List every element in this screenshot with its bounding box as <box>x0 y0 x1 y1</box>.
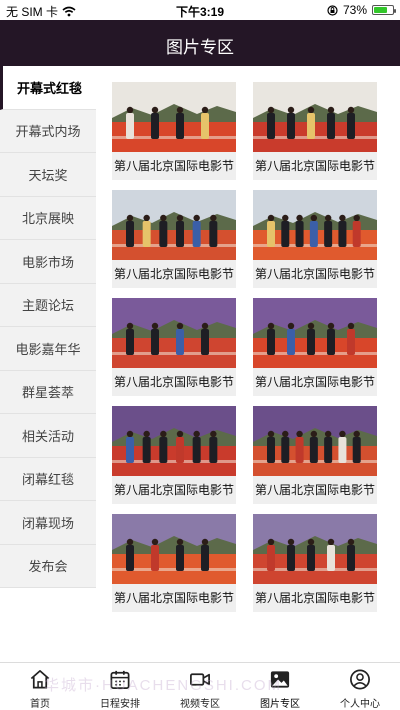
sidebar-item-closing-red-carpet[interactable]: 闭幕红毯 <box>0 458 96 501</box>
photo-card[interactable]: 第八届北京国际电影节 <box>253 82 377 180</box>
red-carpet-photo <box>112 298 236 368</box>
photo-caption: 第八届北京国际电影节 <box>255 159 376 173</box>
tab-home[interactable]: 首页 <box>0 663 80 710</box>
photo-card[interactable]: 第八届北京国际电影节 <box>112 190 236 288</box>
photo-caption: 第八届北京国际电影节 <box>255 483 376 497</box>
tab-schedule-label: 日程安排 <box>100 699 140 710</box>
photo-card[interactable]: 第八届北京国际电影节 <box>253 406 377 504</box>
photo-caption: 第八届北京国际电影节 <box>114 267 235 281</box>
sidebar-item-film-market[interactable]: 电影市场 <box>0 240 96 284</box>
nav-bar: 图片专区 <box>0 20 400 66</box>
photo-caption: 第八届北京国际电影节 <box>114 591 235 605</box>
battery-icon <box>372 5 396 15</box>
red-carpet-photo <box>112 406 236 476</box>
photo-card[interactable]: 第八届北京国际电影节 <box>112 514 236 612</box>
user-icon <box>350 669 370 690</box>
red-carpet-photo <box>112 190 236 260</box>
tab-home-label: 首页 <box>30 699 50 710</box>
photo-caption: 第八届北京国际电影节 <box>114 483 235 497</box>
tab-video-label: 视频专区 <box>180 699 220 710</box>
photo-card[interactable]: 第八届北京国际电影节 <box>112 82 236 180</box>
photo-card[interactable]: 第八届北京国际电影节 <box>253 298 377 396</box>
home-icon <box>30 670 50 689</box>
red-carpet-photo <box>253 82 377 152</box>
photo-card[interactable]: 第八届北京国际电影节 <box>112 298 236 396</box>
red-carpet-photo <box>253 298 377 368</box>
sidebar-item-press-conference[interactable]: 发布会 <box>0 545 96 588</box>
sidebar-item-carnival[interactable]: 电影嘉年华 <box>0 327 96 371</box>
sidebar-item-tiantan-award[interactable]: 天坛奖 <box>0 153 96 197</box>
red-carpet-photo <box>112 514 236 584</box>
photo-caption: 第八届北京国际电影节 <box>255 267 376 281</box>
tab-schedule[interactable]: 日程安排 <box>80 663 160 710</box>
photo-caption: 第八届北京国际电影节 <box>255 375 376 389</box>
sidebar-item-forum[interactable]: 主题论坛 <box>0 284 96 327</box>
status-bar: 无 SIM 卡 下午3:19 73% <box>0 0 400 20</box>
video-icon <box>190 673 210 686</box>
photo-caption: 第八届北京国际电影节 <box>114 375 235 389</box>
tab-bar: 首页 日程安排 视频专区 图片专区 个人中心 <box>0 662 400 710</box>
sidebar-item-related-events[interactable]: 相关活动 <box>0 414 96 458</box>
tab-video[interactable]: 视频专区 <box>160 663 240 710</box>
calendar-icon <box>110 670 130 689</box>
photo-caption: 第八届北京国际电影节 <box>255 591 376 605</box>
photo-card[interactable]: 第八届北京国际电影节 <box>253 514 377 612</box>
photo-gallery: 第八届北京国际电影节 第八届北京国际电影节 第八届北京国际电影节 第八届北京国际电影节… <box>96 66 400 662</box>
category-sidebar: 开幕式红毯 开幕式内场 天坛奖 北京展映 电影市场 主题论坛 电影嘉年华 群星荟… <box>0 66 96 588</box>
photo-card[interactable]: 第八届北京国际电影节 <box>253 190 377 288</box>
sidebar-item-opening-red-carpet[interactable]: 开幕式红毯 <box>0 66 96 110</box>
battery-fill <box>374 7 388 13</box>
sidebar-item-closing-scene[interactable]: 闭幕现场 <box>0 501 96 545</box>
sidebar-item-opening-inside[interactable]: 开幕式内场 <box>0 110 96 153</box>
tab-pictures[interactable]: 图片专区 <box>240 663 320 710</box>
status-right: 73% <box>327 3 396 17</box>
red-carpet-photo <box>253 190 377 260</box>
red-carpet-photo <box>253 514 377 584</box>
red-carpet-photo <box>112 82 236 152</box>
battery-percent: 73% <box>342 3 367 17</box>
rotation-lock-icon <box>327 4 338 16</box>
red-carpet-photo <box>253 406 377 476</box>
page-title: 图片专区 <box>166 38 234 57</box>
picture-icon <box>270 671 290 688</box>
sidebar-item-stars[interactable]: 群星荟萃 <box>0 371 96 414</box>
photo-grid: 第八届北京国际电影节 第八届北京国际电影节 第八届北京国际电影节 第八届北京国际电影节… <box>112 82 378 612</box>
photo-caption: 第八届北京国际电影节 <box>114 159 235 173</box>
photo-card[interactable]: 第八届北京国际电影节 <box>112 406 236 504</box>
tab-profile[interactable]: 个人中心 <box>320 663 400 710</box>
sidebar-item-beijing-screening[interactable]: 北京展映 <box>0 197 96 240</box>
tab-profile-label: 个人中心 <box>340 699 380 710</box>
tab-pictures-label: 图片专区 <box>260 699 300 710</box>
